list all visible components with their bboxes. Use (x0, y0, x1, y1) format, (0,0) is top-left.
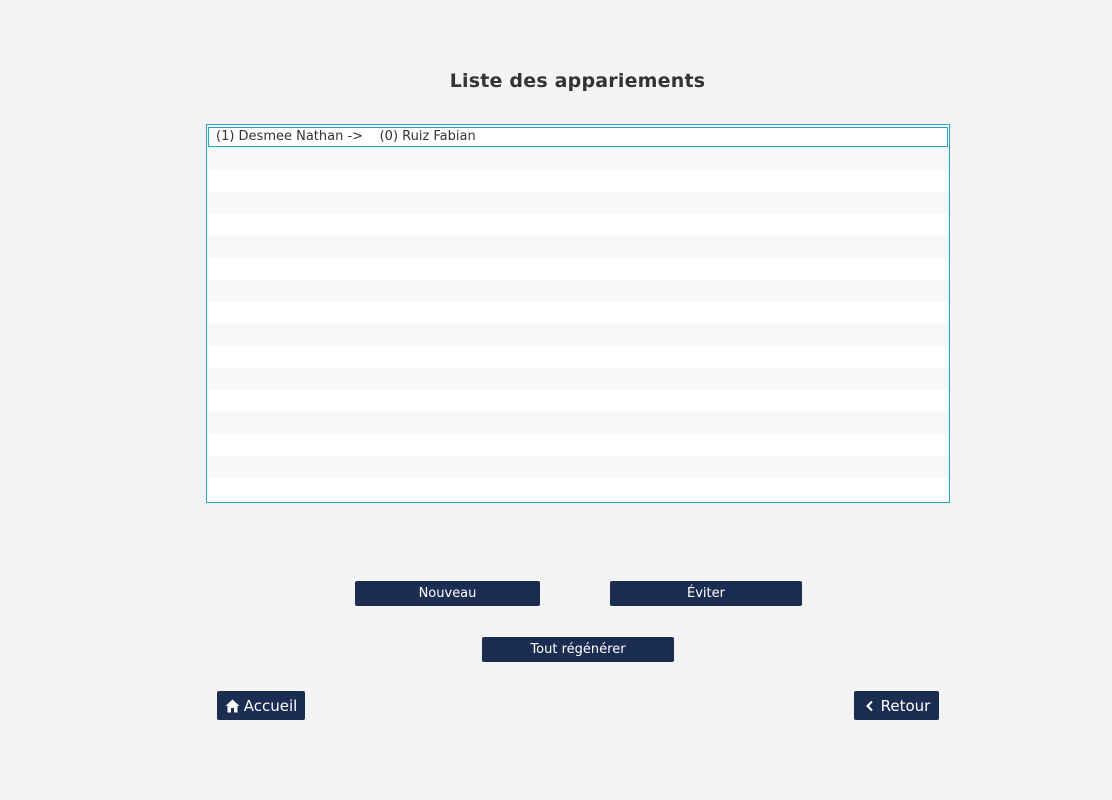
page-title: Liste des appariements (449, 70, 706, 92)
list-row-empty (208, 434, 948, 456)
list-row-empty (208, 148, 948, 170)
back-button[interactable]: Retour (854, 691, 939, 720)
list-row-empty (208, 412, 948, 434)
home-icon (225, 699, 240, 713)
back-button-label: Retour (880, 696, 931, 715)
list-row-empty (208, 324, 948, 346)
list-item[interactable]: (1) Desmee Nathan -> (0) Ruiz Fabian (208, 127, 948, 147)
home-button-label: Accueil (243, 696, 298, 715)
list-row-empty (208, 280, 948, 302)
chevron-left-icon (863, 699, 877, 713)
regenerate-all-button[interactable]: Tout régénérer (482, 637, 674, 662)
list-row-empty (208, 302, 948, 324)
list-row-empty (208, 258, 948, 280)
home-button[interactable]: Accueil (217, 691, 305, 720)
list-row-empty (208, 368, 948, 390)
avoid-button[interactable]: Éviter (610, 581, 802, 606)
list-row-empty (208, 346, 948, 368)
list-row-empty (208, 478, 948, 500)
list-row-empty (208, 170, 948, 192)
list-row-empty (208, 236, 948, 258)
list-row-empty (208, 214, 948, 236)
list-row-empty (208, 456, 948, 478)
list-row-empty (208, 390, 948, 412)
new-button[interactable]: Nouveau (355, 581, 540, 606)
pairings-list[interactable]: (1) Desmee Nathan -> (0) Ruiz Fabian (206, 124, 950, 503)
list-row-empty (208, 192, 948, 214)
